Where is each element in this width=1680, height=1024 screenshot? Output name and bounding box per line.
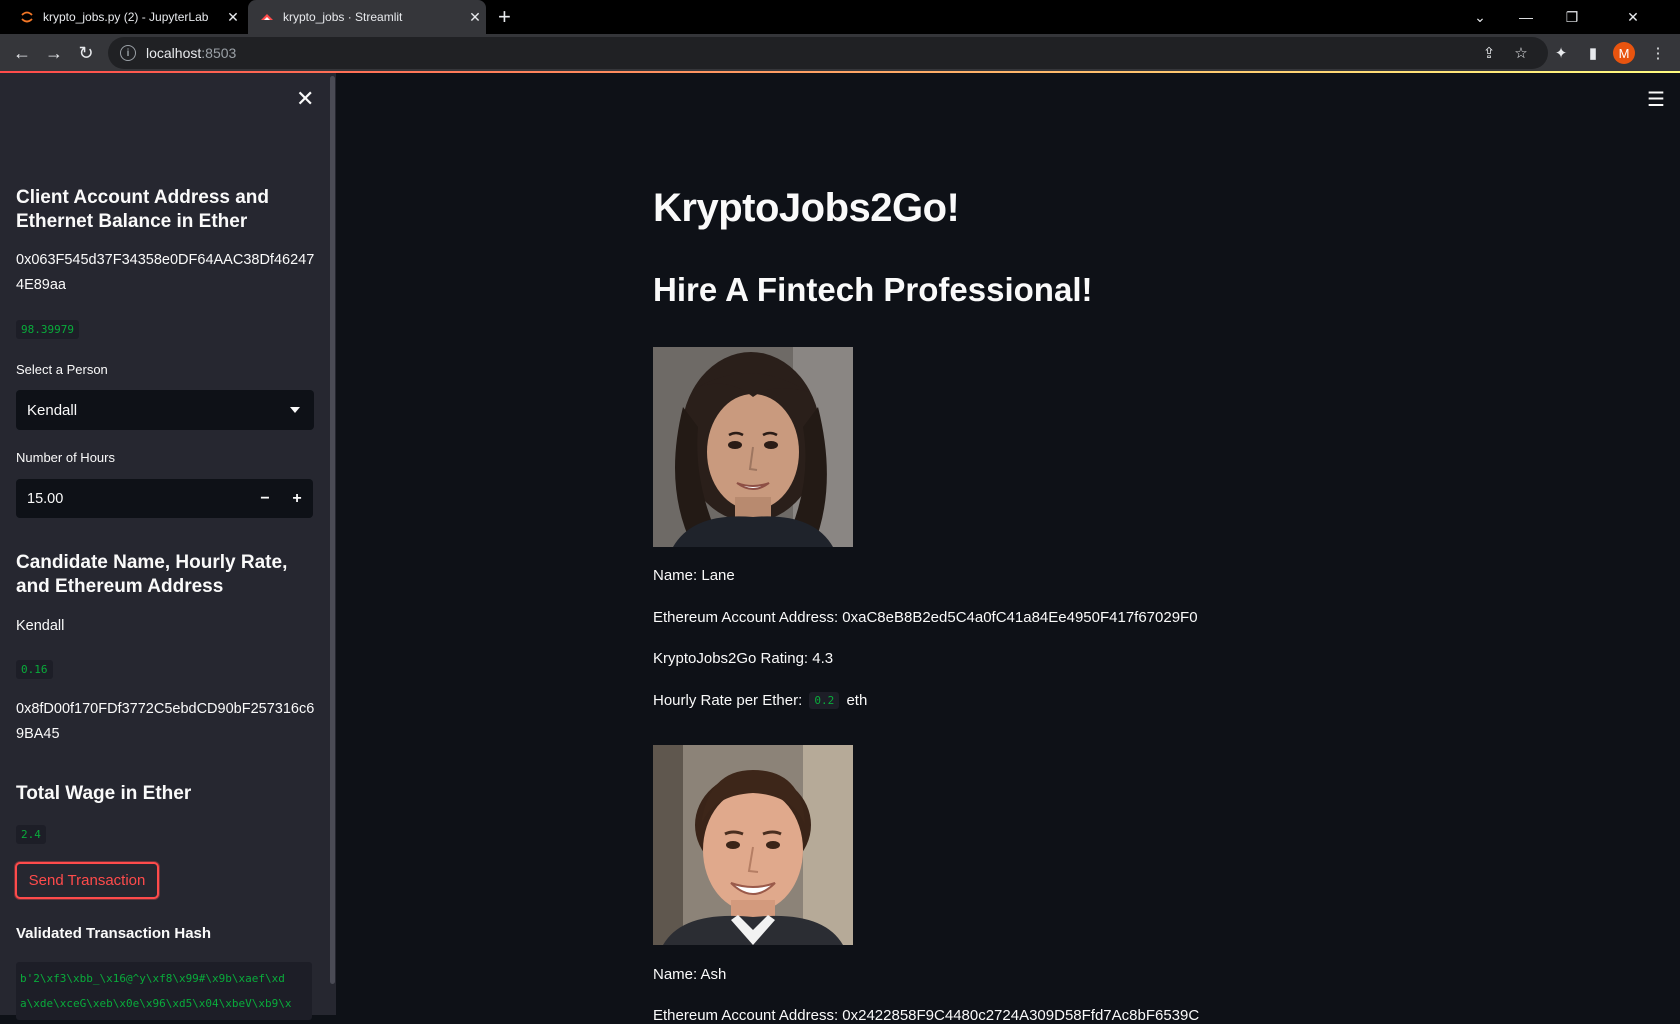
candidate-rate: 0.16 [16,660,53,679]
url-host: localhost [146,45,202,61]
sidebar-scrollbar[interactable] [330,76,335,984]
candidate-heading: Candidate Name, Hourly Rate, and Ethereu… [16,552,288,597]
total-wage-value: 2.4 [16,825,46,844]
reload-icon[interactable]: ↻ [72,39,100,67]
profile-avatar[interactable]: M [1610,39,1638,67]
close-tab-icon[interactable]: ✕ [464,9,486,26]
candidate-rate-text: Hourly Rate per Ether: 0.2 eth [653,692,867,709]
rate-value: 0.2 [809,692,840,709]
page-title: KryptoJobs2Go! [653,186,960,230]
candidate-address-text: Ethereum Account Address: 0xaC8eB8B2ed5C… [653,609,1198,626]
hours-value[interactable]: 15.00 [16,491,249,507]
tab-jupyterlab[interactable]: krypto_jobs.py (2) - JupyterLab ✕ [8,0,244,34]
select-person-label: Select a Person [16,362,108,377]
total-wage-heading: Total Wage in Ether [16,783,192,804]
client-balance: 98.39979 [16,320,79,339]
close-sidebar-icon[interactable]: ✕ [296,86,314,112]
address-bar[interactable]: i localhost:8503 [108,37,1548,69]
restore-button[interactable]: ❐ [1549,0,1595,34]
forward-arrow-icon[interactable]: → [40,39,68,67]
tab-title: krypto_jobs · Streamlit [283,10,403,24]
hash-line: b'2\xf3\xbb_\x16@^y\xf8\x99#\x9b\xaef\xd [20,972,285,985]
extensions-puzzle-icon[interactable]: ✦ [1547,39,1575,67]
candidate-name: Kendall [16,618,65,634]
browser-menu-icon[interactable]: ⋮ [1644,39,1672,67]
hours-number-input[interactable]: 15.00 − + [16,479,313,518]
browser-toolbar: ← → ↻ i localhost:8503 ⇪ ☆ ✦ ▮ M ⋮ [0,34,1680,72]
streamlit-icon [260,10,274,24]
transaction-hash-heading: Validated Transaction Hash [16,925,212,942]
candidate-photo-lane [653,347,853,547]
transaction-hash-value: b'2\xf3\xbb_\x16@^y\xf8\x99#\x9b\xaef\xd… [16,962,312,1020]
candidate-photo-ash [653,745,853,945]
back-arrow-icon[interactable]: ← [8,39,36,67]
send-transaction-button[interactable]: Send Transaction [15,862,159,899]
share-icon[interactable]: ⇪ [1475,39,1503,67]
candidate-name-text: Name: Ash [653,966,727,983]
rate-suffix: eth [846,692,868,709]
client-account-heading: Client Account Address and Ethernet Bala… [16,187,270,232]
tab-streamlit[interactable]: krypto_jobs · Streamlit ✕ [248,0,486,34]
page-subtitle: Hire A Fintech Professional! [653,271,1093,308]
rate-prefix: Hourly Rate per Ether: [653,692,803,709]
hours-label: Number of Hours [16,450,115,465]
side-panel-icon[interactable]: ▮ [1579,39,1607,67]
new-tab-button[interactable]: + [498,4,511,30]
candidate-rating-text: KryptoJobs2Go Rating: 4.3 [653,650,834,667]
select-person-value: Kendall [27,401,78,419]
minimize-button[interactable]: — [1503,0,1549,34]
bookmark-star-icon[interactable]: ☆ [1507,39,1535,67]
decrement-minus-icon[interactable]: − [249,479,281,518]
url-port: :8503 [201,45,237,61]
browser-tab-bar: krypto_jobs.py (2) - JupyterLab ✕ krypto… [0,0,1680,34]
candidate-name-text: Name: Lane [653,567,735,584]
jupyter-icon [20,10,34,24]
client-address: 0x063F545d37F34358e0DF64AAC38Df462474E89… [16,252,315,293]
site-info-icon[interactable]: i [120,45,136,61]
tab-search-chevron-icon[interactable]: ⌄ [1457,0,1503,34]
select-person-dropdown[interactable]: Kendall [16,390,314,430]
hash-line: a\xde\xceG\xeb\x0e\x96\xd5\x04\xbeV\xb9\… [20,997,292,1010]
close-tab-icon[interactable]: ✕ [222,9,244,26]
caret-down-icon [290,407,300,413]
hamburger-menu-icon[interactable]: ☰ [1647,87,1665,112]
tab-title: krypto_jobs.py (2) - JupyterLab [43,10,209,24]
increment-plus-icon[interactable]: + [281,479,313,518]
close-window-button[interactable]: ✕ [1610,0,1656,34]
candidate-address: 0x8fD00f170FDf3772C5ebdCD90bF257316c69BA… [16,701,315,742]
candidate-address-text: Ethereum Account Address: 0x2422858F9C44… [653,1007,1200,1024]
